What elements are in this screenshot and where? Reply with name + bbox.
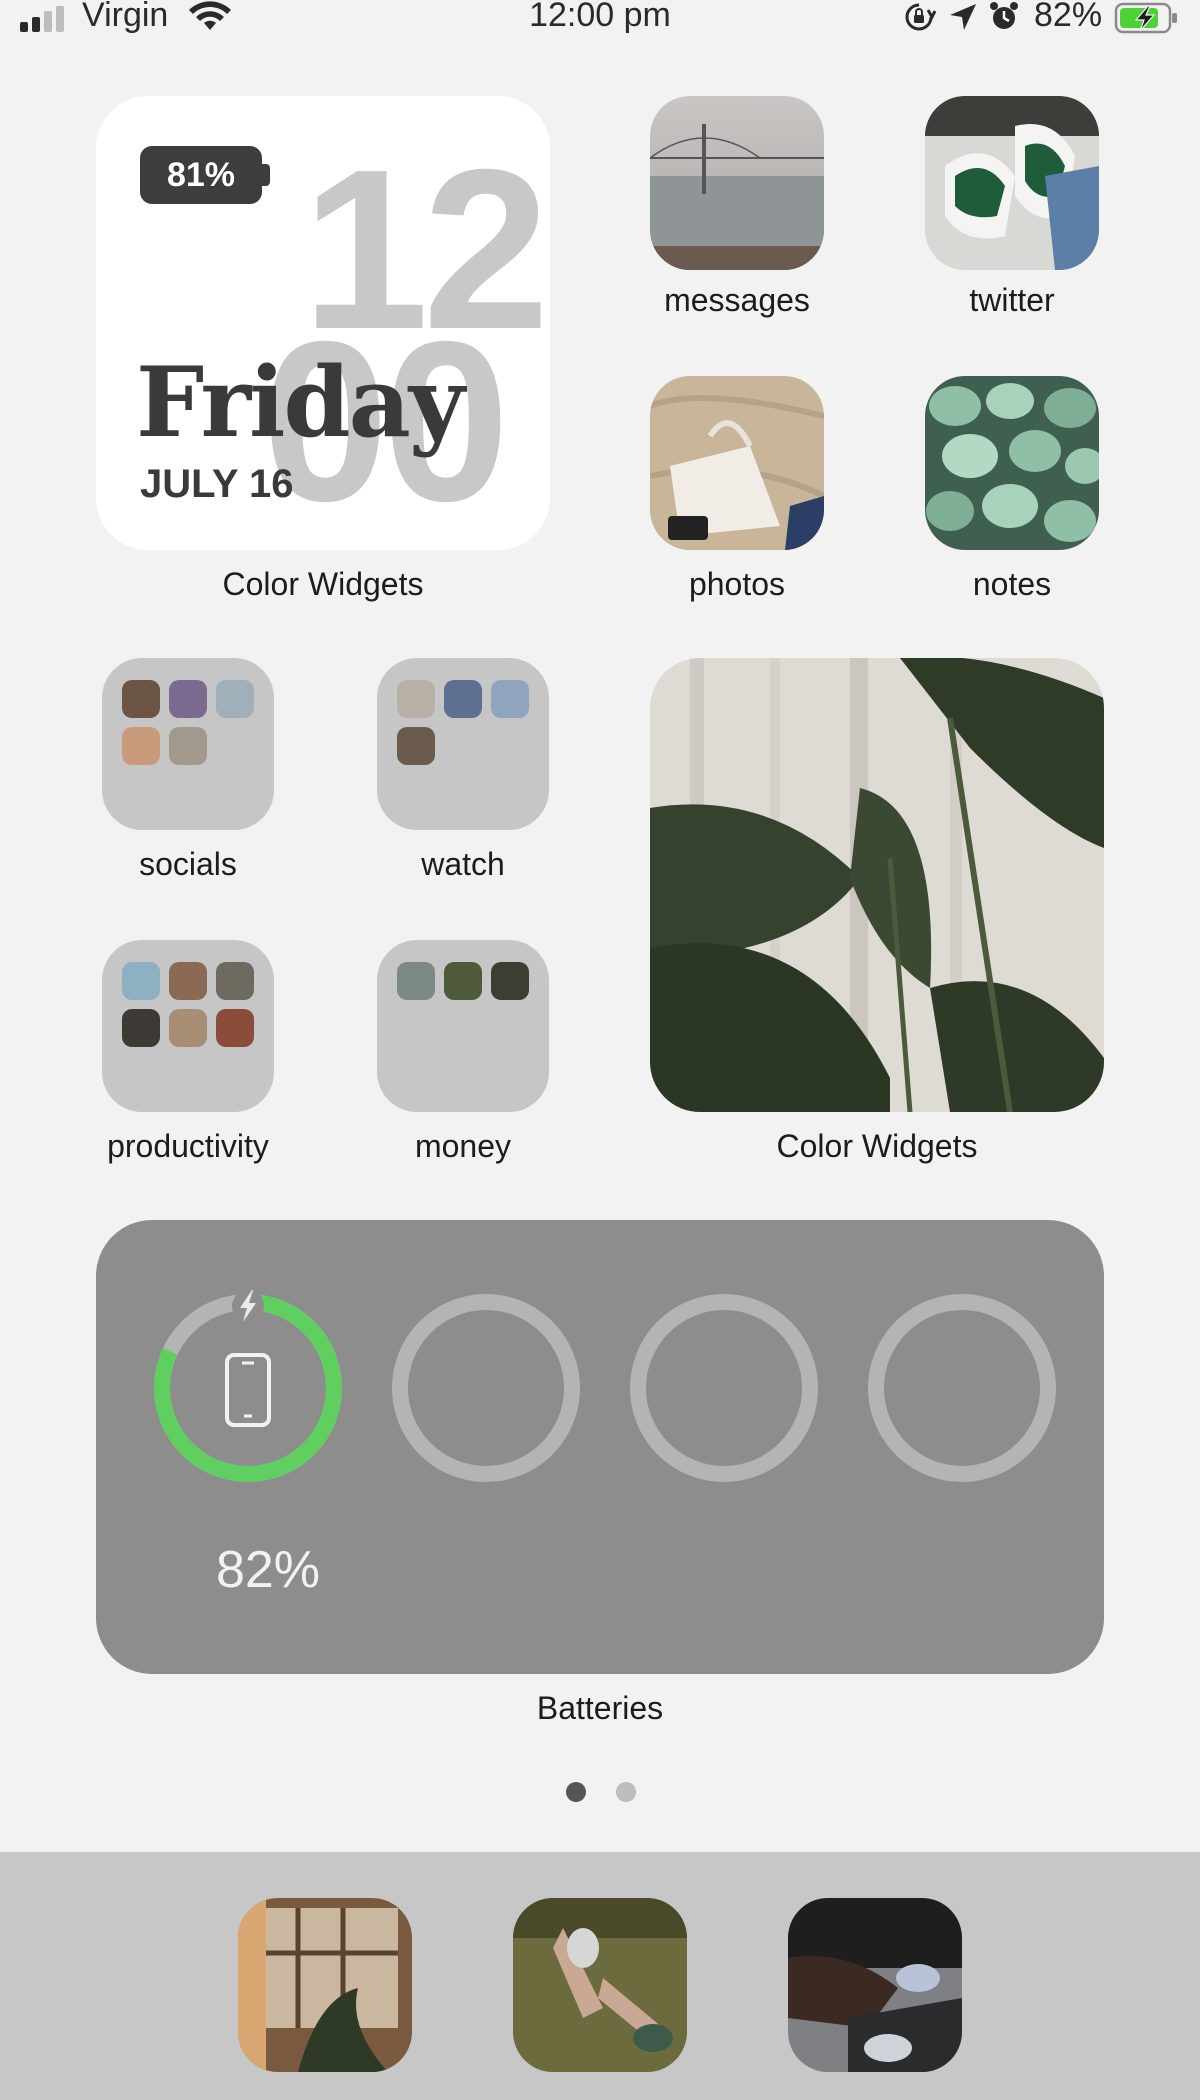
folder-app-thumb [216, 680, 254, 718]
folder-app-thumb [169, 727, 207, 765]
messages-app-label: messages [664, 282, 810, 318]
status-bar: Virgin 12:00 pm 82% [0, 0, 1200, 40]
folder-app-thumb [169, 962, 207, 1000]
alarm-icon [990, 2, 1018, 29]
status-battery-percent: 82% [1034, 0, 1103, 34]
money-folder-label: money [414, 1128, 512, 1164]
folder-app-thumb [169, 680, 207, 718]
photos-app-icon[interactable] [650, 376, 824, 550]
clock-date: JULY 16 [140, 462, 294, 506]
twitter-app-icon[interactable] [925, 96, 1099, 270]
photo-widget[interactable] [650, 658, 1104, 1112]
folder-app-thumb [216, 1009, 254, 1047]
productivity-folder[interactable] [102, 940, 274, 1112]
empty-battery-slot [630, 1294, 818, 1482]
batteries-widget-label: Batteries [536, 1690, 664, 1726]
location-icon [950, 4, 976, 30]
socials-folder-label: socials [139, 846, 237, 882]
page-dot-current[interactable] [566, 1782, 586, 1802]
batteries-widget[interactable]: 82% [96, 1220, 1104, 1674]
dock-app-1-icon[interactable] [238, 1898, 412, 2072]
folder-app-thumb [169, 1009, 207, 1047]
folder-app-thumb [491, 680, 529, 718]
productivity-folder-label: productivity [107, 1128, 269, 1164]
notes-app-label: notes [972, 566, 1052, 602]
dock-app-2-icon[interactable] [513, 1898, 687, 2072]
orientation-lock-icon [905, 3, 936, 31]
empty-battery-slot [868, 1294, 1056, 1482]
clock-day: Friday [136, 346, 465, 459]
photos-app-label: photos [688, 566, 786, 602]
clock-widget-label: Color Widgets [222, 566, 424, 602]
watch-folder[interactable] [377, 658, 549, 830]
folder-app-thumb [122, 727, 160, 765]
widget-battery-nub [262, 164, 270, 186]
socials-folder[interactable] [102, 658, 274, 830]
page-dot[interactable] [616, 1782, 636, 1802]
folder-app-thumb [216, 962, 254, 1000]
dock [0, 1852, 1200, 2100]
device-battery-percent: 82% [215, 1541, 321, 1599]
folder-app-thumb [122, 680, 160, 718]
folder-app-thumb [397, 727, 435, 765]
notes-app-icon[interactable] [925, 376, 1099, 550]
money-folder[interactable] [377, 940, 549, 1112]
folder-app-thumb [444, 680, 482, 718]
dock-app-3-icon[interactable] [788, 1898, 962, 2072]
folder-app-thumb [491, 962, 529, 1000]
empty-battery-slot [392, 1294, 580, 1482]
folder-app-thumb [397, 680, 435, 718]
clock-widget[interactable]: 12 00 81% Friday JULY 16 [96, 96, 550, 550]
twitter-app-label: twitter [969, 282, 1055, 318]
folder-app-thumb [397, 962, 435, 1000]
charging-bolt-icon [232, 1290, 264, 1322]
folder-app-thumb [122, 962, 160, 1000]
status-time: 12:00 pm [529, 0, 671, 34]
photo-widget-label: Color Widgets [776, 1128, 978, 1164]
folder-app-thumb [444, 962, 482, 1000]
battery-charging-icon [1114, 2, 1177, 34]
watch-folder-label: watch [421, 846, 505, 882]
messages-app-icon[interactable] [650, 96, 824, 270]
widget-battery-badge: 81% [140, 146, 262, 204]
folder-app-thumb [122, 1009, 160, 1047]
iphone-icon [225, 1353, 271, 1427]
